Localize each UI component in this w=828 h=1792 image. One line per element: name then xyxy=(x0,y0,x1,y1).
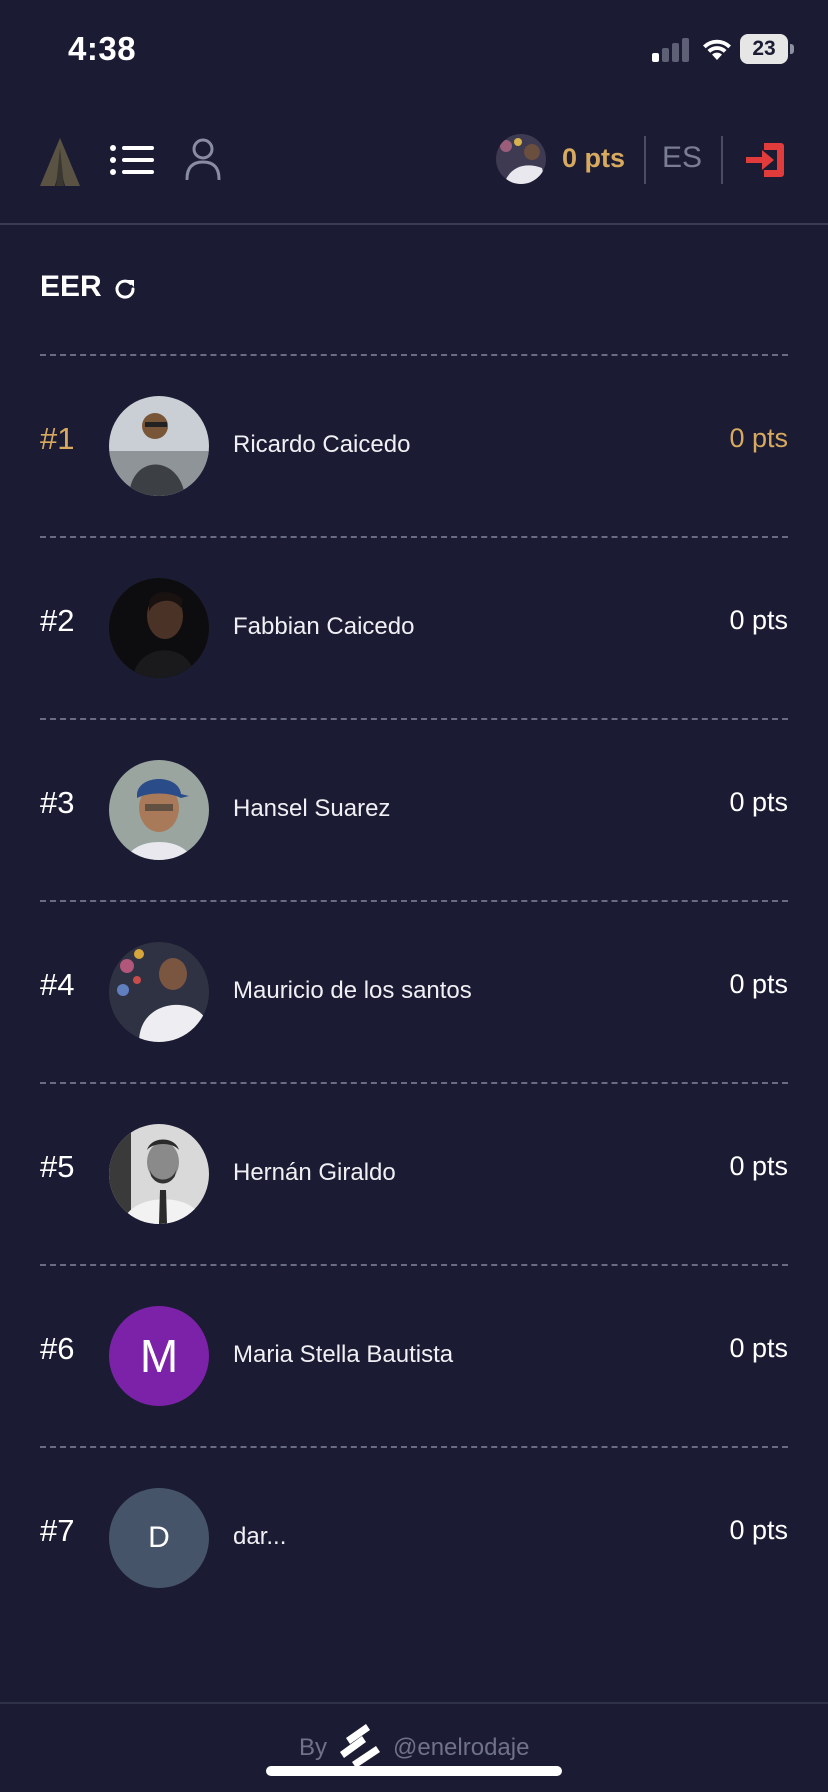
avatar xyxy=(109,396,209,496)
status-time: 4:38 xyxy=(68,30,137,67)
battery-level: 23 xyxy=(740,34,788,64)
leaderboard-row[interactable]: #3 Hansel Suarez 0 pts xyxy=(40,718,788,900)
rank: #6 xyxy=(40,1331,75,1366)
battery-icon: 23 xyxy=(740,34,794,64)
user-avatar[interactable] xyxy=(496,134,546,184)
status-bar: 4:38 23 xyxy=(0,0,828,100)
avatar xyxy=(109,942,209,1042)
rank: #2 xyxy=(40,603,75,638)
footer: By @enelrodaje xyxy=(0,1702,828,1792)
player-points: 0 pts xyxy=(729,969,788,999)
player-points: 0 pts xyxy=(729,787,788,817)
player-name: Hernán Giraldo xyxy=(233,1159,396,1186)
leaderboard-list: #1 Ricardo Caicedo 0 pts #2 Fabbian Caic… xyxy=(40,354,788,1628)
player-points: 0 pts xyxy=(729,1515,788,1545)
wifi-icon xyxy=(703,39,731,60)
rank: #7 xyxy=(40,1513,75,1548)
header-points: 0 pts xyxy=(562,143,626,173)
language-toggle[interactable]: ES xyxy=(662,141,702,175)
leaderboard-row[interactable]: #6 M Maria Stella Bautista 0 pts xyxy=(40,1264,788,1446)
avatar-initial: M xyxy=(109,1306,209,1406)
logo-icon[interactable] xyxy=(38,136,82,186)
rank: #4 xyxy=(40,967,75,1002)
list-icon[interactable] xyxy=(110,144,154,176)
player-name: dar... xyxy=(233,1523,287,1550)
avatar-initial: D xyxy=(109,1488,209,1588)
brand-logo-icon xyxy=(340,1724,380,1768)
home-indicator[interactable] xyxy=(266,1766,562,1776)
leaderboard-row[interactable]: #2 Fabbian Caicedo 0 pts xyxy=(40,536,788,718)
header-divider xyxy=(644,136,646,184)
header-divider xyxy=(721,136,723,184)
app-screen: 4:38 23 0 pts ES EER #1 Ricardo Caicedo … xyxy=(0,0,828,1792)
leaderboard-row[interactable]: #1 Ricardo Caicedo 0 pts xyxy=(40,354,788,536)
avatar xyxy=(109,1124,209,1224)
player-name: Mauricio de los santos xyxy=(233,977,472,1004)
rank: #1 xyxy=(40,421,75,456)
leaderboard-title: EER xyxy=(40,270,102,303)
player-name: Maria Stella Bautista xyxy=(233,1341,454,1368)
leaderboard-row[interactable]: #7 D dar... 0 pts xyxy=(40,1446,788,1628)
logout-icon[interactable] xyxy=(744,140,786,180)
refresh-icon[interactable] xyxy=(112,276,138,302)
user-icon[interactable] xyxy=(184,138,222,180)
player-points: 0 pts xyxy=(729,1151,788,1181)
avatar xyxy=(109,760,209,860)
footer-by-label: By xyxy=(299,1734,328,1761)
avatar xyxy=(109,578,209,678)
footer-handle-link[interactable]: @enelrodaje xyxy=(393,1734,529,1762)
player-name: Fabbian Caicedo xyxy=(233,613,415,640)
rank: #5 xyxy=(40,1149,75,1184)
player-points: 0 pts xyxy=(729,423,788,453)
player-points: 0 pts xyxy=(729,1333,788,1363)
leaderboard-row[interactable]: #4 Mauricio de los santos 0 pts xyxy=(40,900,788,1082)
player-name: Ricardo Caicedo xyxy=(233,431,411,458)
player-points: 0 pts xyxy=(729,605,788,635)
rank: #3 xyxy=(40,785,75,820)
top-nav: 0 pts ES xyxy=(0,100,828,225)
player-name: Hansel Suarez xyxy=(233,795,391,822)
cellular-signal-icon xyxy=(652,36,690,62)
leaderboard-row[interactable]: #5 Hernán Giraldo 0 pts xyxy=(40,1082,788,1264)
